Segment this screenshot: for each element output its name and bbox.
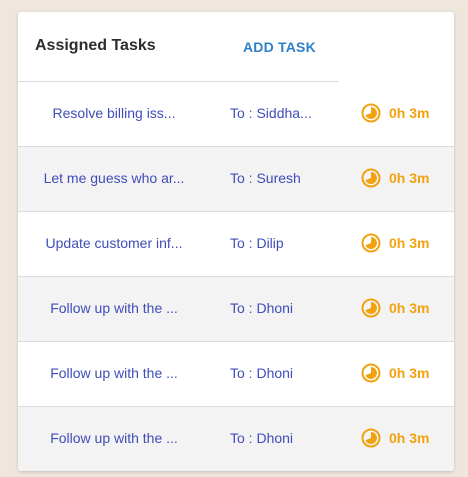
task-timer: 0h 3m (361, 168, 429, 188)
task-assignee: To : Siddha... (230, 105, 312, 121)
card-title: Assigned Tasks (35, 37, 156, 54)
task-title[interactable]: Follow up with the ... (18, 300, 210, 316)
task-row[interactable]: Resolve billing iss... To : Siddha... 0h… (18, 82, 454, 147)
task-title[interactable]: Resolve billing iss... (18, 105, 210, 121)
task-assignee: To : Dhoni (230, 430, 294, 446)
task-title[interactable]: Follow up with the ... (18, 430, 210, 446)
timer-icon (361, 298, 381, 318)
timer-icon (361, 363, 381, 383)
task-timer: 0h 3m (361, 103, 429, 123)
timer-icon (361, 233, 381, 253)
task-assignee: To : Suresh (230, 170, 301, 186)
task-time: 0h 3m (389, 300, 430, 316)
task-row[interactable]: Update customer inf... To : Dilip 0h 3m (18, 212, 454, 277)
task-row[interactable]: Follow up with the ... To : Dhoni 0h 3m (18, 342, 454, 407)
task-time: 0h 3m (389, 430, 430, 446)
task-assignee: To : Dilip (230, 235, 284, 251)
task-title[interactable]: Follow up with the ... (18, 365, 210, 381)
timer-icon (361, 103, 381, 123)
task-title[interactable]: Let me guess who ar... (18, 170, 210, 186)
task-assignee: To : Dhoni (230, 365, 294, 381)
timer-icon (361, 168, 381, 188)
task-assignee: To : Dhoni (230, 300, 294, 316)
task-timer: 0h 3m (361, 233, 429, 253)
task-time: 0h 3m (389, 365, 430, 381)
assigned-tasks-card: Assigned Tasks ADD TASK Resolve billing … (18, 12, 454, 471)
task-row[interactable]: Let me guess who ar... To : Suresh 0h 3m (18, 147, 454, 212)
task-time: 0h 3m (389, 170, 430, 186)
card-header: Assigned Tasks ADD TASK (18, 12, 339, 82)
add-task-button[interactable]: ADD TASK (243, 39, 316, 55)
task-timer: 0h 3m (361, 298, 429, 318)
timer-icon (361, 428, 381, 448)
task-timer: 0h 3m (361, 428, 429, 448)
task-time: 0h 3m (389, 235, 430, 251)
task-row[interactable]: Follow up with the ... To : Dhoni 0h 3m (18, 407, 454, 471)
task-list: Resolve billing iss... To : Siddha... 0h… (18, 82, 454, 471)
task-row[interactable]: Follow up with the ... To : Dhoni 0h 3m (18, 277, 454, 342)
task-time: 0h 3m (389, 105, 430, 121)
task-timer: 0h 3m (361, 363, 429, 383)
task-title[interactable]: Update customer inf... (18, 235, 210, 251)
